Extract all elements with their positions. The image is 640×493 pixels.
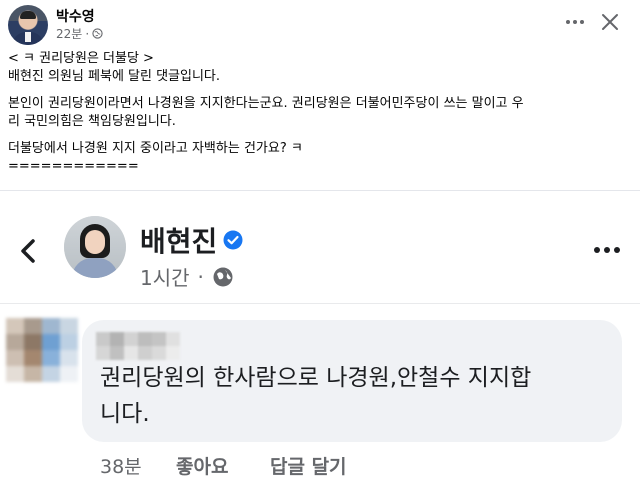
post-line: ============ <box>8 159 139 174</box>
comment-text: 권리당원의 한사람으로 나경원,안철수 지지합 니다. <box>100 365 532 427</box>
comment-time[interactable]: 38분 <box>100 452 176 479</box>
author-name[interactable]: 박수영 <box>56 6 95 26</box>
like-button[interactable]: 좋아요 <box>176 452 270 479</box>
globe-icon <box>213 267 233 286</box>
divider <box>0 303 640 304</box>
more-options-icon[interactable] <box>563 10 587 34</box>
divider <box>0 190 640 191</box>
globe-icon <box>92 28 103 39</box>
close-icon[interactable] <box>598 10 622 34</box>
author-avatar[interactable] <box>8 5 48 45</box>
post-line: 배현진 의원님 페북에 달린 댓글입니다. <box>8 69 221 84</box>
post-line: 리 국민의힘은 책임당원입니다. <box>8 114 176 129</box>
post-age[interactable]: 1시간 <box>140 262 190 291</box>
embedded-screenshot: 배현진 1시간 · 권리당원의 한사람으로 나경원,안철수 지지합 니다. 38… <box>0 196 640 493</box>
post-time[interactable]: 22분 <box>56 25 82 42</box>
facebook-post: 박수영 22분 · < ㅋ 권리당원은 더불당 > 배현진 의원님 페북에 달린… <box>0 0 640 190</box>
more-options-icon[interactable] <box>590 240 624 260</box>
profile-meta: 1시간 · <box>140 262 234 291</box>
post-line: 본인이 권리당원이라면서 나경원을 지지한다는군요. 권리당원은 더불어민주당이… <box>8 96 524 111</box>
profile-avatar[interactable] <box>64 216 126 278</box>
post-line: 더불당에서 나경원 지지 중이라고 자백하는 건가요? ㅋ <box>8 141 303 156</box>
profile-name[interactable]: 배현진 <box>140 220 243 260</box>
post-line: < ㅋ 권리당원은 더불당 > <box>8 51 154 66</box>
comment-bubble: 권리당원의 한사람으로 나경원,안철수 지지합 니다. <box>82 320 622 442</box>
comment-actions: 38분 좋아요 답글 달기 <box>100 452 347 479</box>
post-body: < ㅋ 권리당원은 더불당 > 배현진 의원님 페북에 달린 댓글입니다. 본인… <box>8 50 633 176</box>
back-arrow-icon[interactable] <box>14 236 44 266</box>
blurred-commenter-avatar[interactable] <box>6 318 78 382</box>
verified-badge-icon <box>223 230 243 250</box>
reply-button[interactable]: 답글 달기 <box>270 452 347 479</box>
post-meta: 22분 · <box>56 25 103 42</box>
blurred-commenter-name[interactable] <box>96 332 182 360</box>
